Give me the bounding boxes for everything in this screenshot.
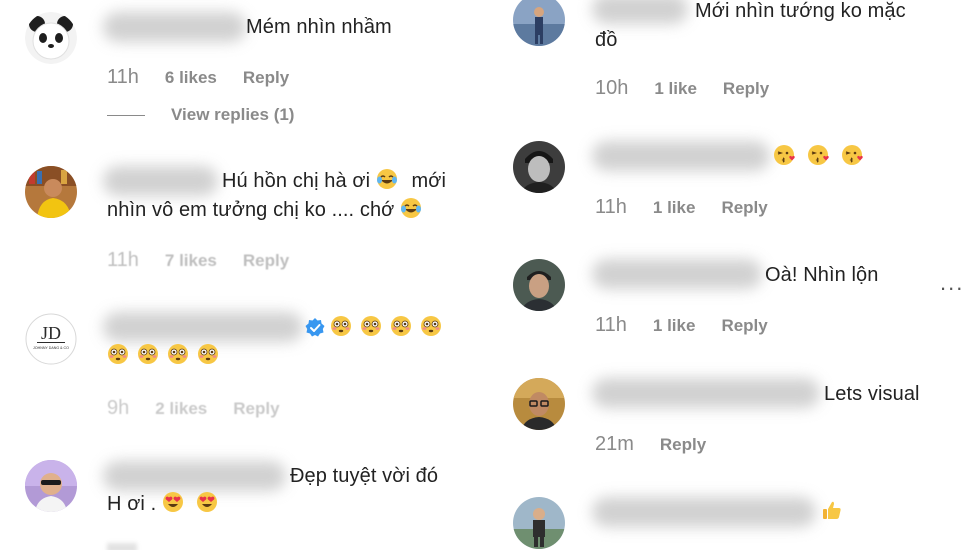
comment-meta: 21m Reply xyxy=(595,433,706,456)
reply-button[interactable]: Reply xyxy=(243,251,289,271)
like-count[interactable]: 7 likes xyxy=(165,251,217,271)
blurred-username[interactable] xyxy=(592,497,816,527)
flushed-face-icon xyxy=(420,315,442,337)
man-glasses-avatar[interactable] xyxy=(513,378,565,430)
comment-meta: 10h 1 like Reply xyxy=(595,77,769,100)
blurred-username[interactable] xyxy=(103,461,286,491)
comment-text-line2: H ơi . xyxy=(107,489,218,519)
comment-time: 11h xyxy=(107,249,139,271)
comment-text-part: H ơi . xyxy=(107,493,157,515)
svg-text:JD: JD xyxy=(41,323,61,343)
flushed-face-icon xyxy=(330,315,352,337)
comment-time: 9h xyxy=(107,397,130,419)
comment-text-line1: Mới nhìn tướng ko mặc xyxy=(695,0,906,22)
comment-text-line2: nhìn vô em tưởng chị ko .... chớ xyxy=(107,195,422,225)
comment-text-line2: đồ xyxy=(595,29,618,51)
comment-meta: 11h 6 likes Reply xyxy=(107,66,289,89)
comment-meta: 11h 7 likes Reply xyxy=(107,249,289,272)
like-count[interactable]: 6 likes xyxy=(165,68,217,88)
reply-button[interactable]: Reply xyxy=(660,435,706,455)
man-dark-avatar[interactable] xyxy=(513,259,565,311)
comment-time: 11h xyxy=(107,66,139,88)
comment-text: Lets visual xyxy=(824,383,920,405)
comment-text-line1: Hú hồn chị hà ơi mới xyxy=(222,166,446,196)
view-replies-button[interactable]: View replies (1) xyxy=(107,105,294,125)
reply-button[interactable]: Reply xyxy=(243,68,289,88)
reply-button[interactable]: Reply xyxy=(721,198,767,218)
thumbs-up-icon xyxy=(820,498,844,522)
like-count[interactable]: 2 likes xyxy=(155,399,207,419)
flushed-face-icon xyxy=(197,343,219,365)
comment-text: Mém nhìn nhầm xyxy=(246,16,392,38)
view-replies-label: View replies (1) xyxy=(171,105,295,124)
flushed-face-icon xyxy=(137,343,159,365)
comment-time: 11h xyxy=(595,196,627,218)
more-options-button[interactable]: ... xyxy=(940,270,964,296)
person-outdoor-avatar[interactable] xyxy=(513,497,565,549)
emoji-row xyxy=(820,498,844,522)
verified-badge-icon xyxy=(305,318,325,337)
person-standing-avatar[interactable] xyxy=(513,0,565,46)
logo-avatar[interactable]: JD JOHNNY DANG & CO xyxy=(25,313,77,365)
comment-meta: 11h 1 like Reply xyxy=(595,196,768,219)
flushed-face-icon xyxy=(360,315,382,337)
emoji-row xyxy=(107,343,219,365)
reply-button[interactable]: Reply xyxy=(233,399,279,419)
blurred-username[interactable] xyxy=(592,259,762,289)
comment-time: 11h xyxy=(595,314,627,336)
emoji-row xyxy=(773,143,865,167)
comment-time: 10h xyxy=(595,77,629,99)
kissing-heart-icon xyxy=(773,143,797,167)
emoji-row xyxy=(330,315,442,337)
clipped-comment-meta xyxy=(107,543,137,550)
like-count[interactable]: 1 like xyxy=(653,198,696,218)
kissing-heart-icon xyxy=(841,143,865,167)
comments-panel: Mém nhìn nhầm 11h 6 likes Reply View rep… xyxy=(0,0,976,550)
tears-of-joy-icon xyxy=(400,197,422,219)
tears-of-joy-icon xyxy=(376,168,398,190)
comment-text-part: Hú hồn chị hà ơi xyxy=(222,170,371,192)
blurred-username[interactable] xyxy=(592,0,688,24)
svg-text:JOHNNY DANG & CO: JOHNNY DANG & CO xyxy=(33,346,69,350)
flushed-face-icon xyxy=(167,343,189,365)
blurred-username[interactable] xyxy=(592,141,770,171)
reply-button[interactable]: Reply xyxy=(723,79,769,99)
comment-text: Oà! Nhìn lộn xyxy=(765,264,879,286)
reply-button[interactable]: Reply xyxy=(721,316,767,336)
flushed-face-icon xyxy=(390,315,412,337)
blurred-username[interactable] xyxy=(103,166,218,196)
person-yellow-avatar[interactable] xyxy=(25,166,77,218)
like-count[interactable]: 1 like xyxy=(654,79,697,99)
blurred-username[interactable] xyxy=(103,312,303,342)
heart-eyes-icon xyxy=(162,491,184,513)
comment-text-line1: Đẹp tuyệt vời đó xyxy=(290,465,439,487)
flushed-face-icon xyxy=(107,343,129,365)
man-bw-avatar[interactable] xyxy=(513,141,565,193)
comment-text-part: nhìn vô em tưởng chị ko .... chớ xyxy=(107,199,395,221)
kissing-heart-icon xyxy=(807,143,831,167)
comment-time: 21m xyxy=(595,433,634,455)
person-sunglasses-avatar[interactable] xyxy=(25,460,77,512)
comment-text-part: mới xyxy=(411,170,447,192)
comment-meta: 11h 1 like Reply xyxy=(595,314,768,337)
blurred-username[interactable] xyxy=(592,378,820,408)
divider-line xyxy=(107,114,145,116)
heart-eyes-icon xyxy=(196,491,218,513)
blurred-username[interactable] xyxy=(103,12,246,42)
panda-avatar[interactable] xyxy=(25,12,77,64)
like-count[interactable]: 1 like xyxy=(653,316,696,336)
comment-meta: 9h 2 likes Reply xyxy=(107,397,280,420)
